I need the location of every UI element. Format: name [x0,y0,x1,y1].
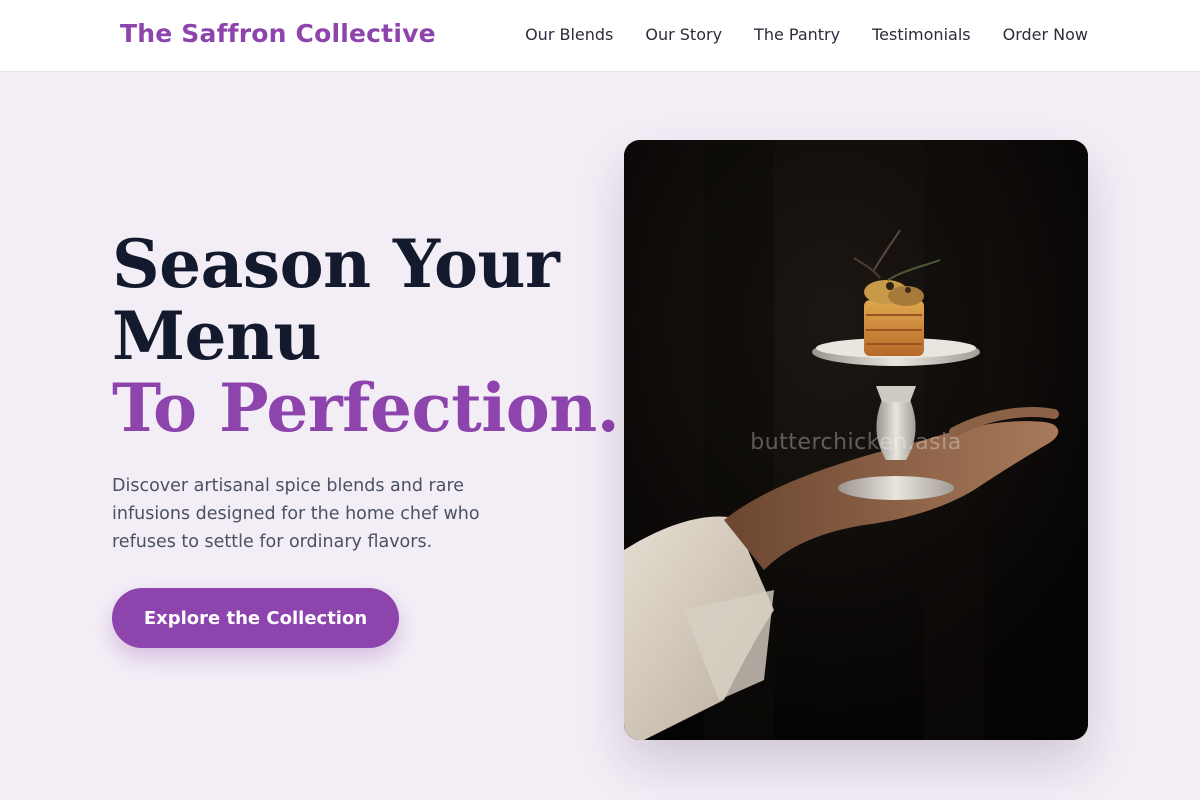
hero-description: Discover artisanal spice blends and rare… [112,476,480,552]
hero-title-line-2: Menu [112,297,322,375]
hero-title: Season Your Menu To Perfection. [112,225,620,447]
nav-link-testimonials[interactable]: Testimonials [872,25,971,44]
hero-title-line-1: Season Your [112,225,560,303]
explore-collection-button[interactable]: Explore the Collection [112,588,399,648]
hero-title-accent: To Perfection. [112,369,620,447]
main-nav: Our Blends Our Story The Pantry Testimon… [525,25,1088,44]
nav-link-our-story[interactable]: Our Story [645,25,722,44]
nav-link-the-pantry[interactable]: The Pantry [754,25,840,44]
hero-image: butterchicken.asia [624,140,1088,740]
image-watermark: butterchicken.asia [750,430,962,455]
brand-logo-text[interactable]: The Saffron Collective [120,19,436,48]
nav-link-our-blends[interactable]: Our Blends [525,25,613,44]
nav-link-order-now[interactable]: Order Now [1003,25,1088,44]
top-navbar: The Saffron Collective Our Blends Our St… [0,0,1200,72]
